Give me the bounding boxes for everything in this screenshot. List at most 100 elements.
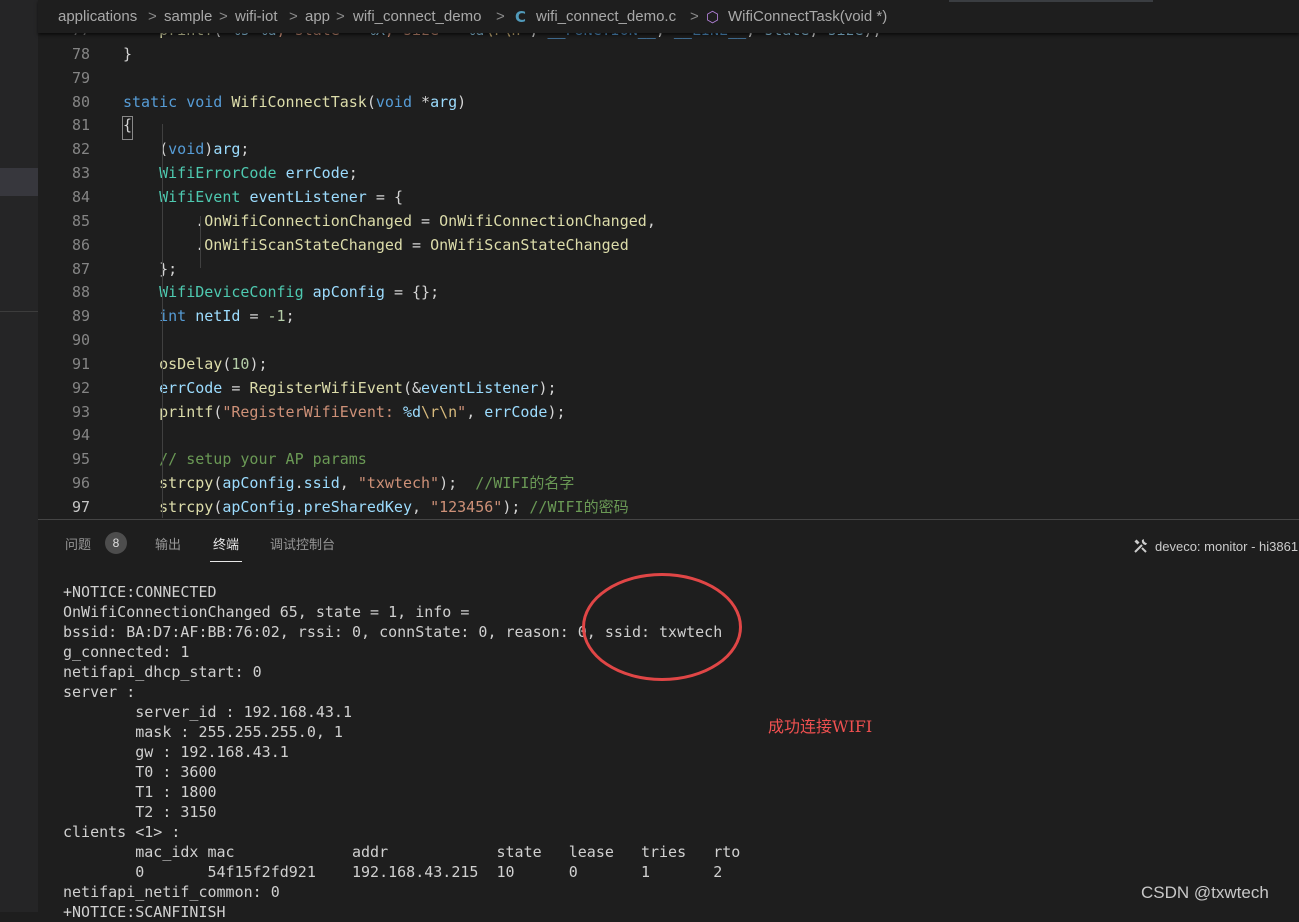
tab-output[interactable]: 输出	[155, 534, 181, 553]
code-punct: ;	[258, 354, 268, 373]
indent-guide	[200, 216, 201, 268]
code-line[interactable]: 85 .OnWifiConnectionChanged = OnWifiConn…	[38, 209, 1299, 233]
code-token: OnWifiScanStateChanged	[430, 235, 629, 254]
code-punct: )	[457, 92, 467, 111]
code-punct: {	[412, 283, 422, 302]
chevron-right-icon: >	[148, 8, 157, 25]
code-punct	[123, 355, 159, 373]
code-token: errCode	[285, 164, 349, 183]
code-line[interactable]: 93 printf("RegisterWifiEvent: %d\r\n", e…	[38, 400, 1299, 424]
code-token: ssid	[303, 474, 340, 493]
tab-problems[interactable]: 问题	[65, 534, 91, 553]
code-token: eventListener	[421, 378, 539, 397]
code-line[interactable]: 91 osDelay(10);	[38, 352, 1299, 376]
code-line[interactable]: 80 static void WifiConnectTask(void *arg)	[38, 90, 1299, 114]
terminal-line: T1 : 1800	[63, 783, 217, 801]
code-line[interactable]: 90	[38, 328, 1299, 352]
code-line[interactable]: 87 };	[38, 257, 1299, 281]
code-line[interactable]: 79	[38, 66, 1299, 90]
code-punct	[123, 140, 159, 158]
code-punct: (	[159, 140, 169, 159]
problems-count-badge: 8	[105, 532, 127, 554]
code-text: (void)arg;	[123, 137, 249, 161]
code-line[interactable]: 82 (void)arg;	[38, 137, 1299, 161]
breadcrumb-item-file[interactable]: wifi_connect_demo.c	[536, 8, 676, 25]
line-number: 84	[71, 187, 90, 206]
chevron-right-icon: >	[289, 8, 298, 25]
code-token: osDelay	[159, 354, 223, 373]
code-line[interactable]: 94	[38, 423, 1299, 447]
code-line[interactable]: 86 .OnWifiScanStateChanged = OnWifiScanS…	[38, 233, 1299, 257]
breadcrumb-item-function[interactable]: WifiConnectTask(void *)	[728, 8, 887, 25]
code-token: printf	[159, 402, 214, 421]
code-punct: =	[375, 187, 385, 206]
code-punct	[123, 212, 195, 230]
breadcrumb-item-wifi-iot[interactable]: wifi-iot	[235, 8, 278, 25]
terminal-line: mac_idx mac addr state lease tries rto	[63, 843, 741, 861]
code-punct: ,	[646, 211, 656, 230]
breadcrumb-item-folder[interactable]: wifi_connect_demo	[353, 8, 481, 25]
code-editor[interactable]: 77 printf("%s %d, state = %X, size = %d\…	[38, 28, 1299, 519]
code-line[interactable]: 89 int netId = -1;	[38, 304, 1299, 328]
code-punct: }	[123, 44, 133, 63]
code-line[interactable]: 95 // setup your AP params	[38, 447, 1299, 471]
code-line[interactable]: 81{	[38, 113, 1299, 137]
code-punct	[403, 236, 412, 254]
code-line[interactable]: 92 errCode = RegisterWifiEvent(&eventLis…	[38, 376, 1299, 400]
code-punct	[412, 93, 421, 111]
code-line[interactable]: 78}	[38, 42, 1299, 66]
code-token: OnWifiConnectionChanged	[439, 211, 647, 230]
activity-item-selected[interactable]	[0, 168, 38, 196]
breadcrumb-item-sample[interactable]: sample	[164, 8, 212, 25]
breadcrumb-item-applications[interactable]: applications	[58, 8, 137, 25]
line-number: 96	[71, 474, 90, 493]
code-punct: ;	[240, 140, 250, 159]
code-punct	[123, 236, 195, 254]
line-number: 78	[71, 44, 90, 63]
code-token: WifiDeviceConfig	[159, 283, 304, 302]
code-punct	[277, 164, 286, 182]
code-format: \r	[421, 402, 440, 421]
method-cube-icon: ⬡	[706, 9, 720, 26]
code-line[interactable]: 83 WifiErrorCode errCode;	[38, 161, 1299, 185]
code-punct: )	[204, 140, 214, 159]
code-line[interactable]: 96 strcpy(apConfig.ssid, "txwtech"); //W…	[38, 471, 1299, 495]
tab-debug-console[interactable]: 调试控制台	[270, 534, 335, 553]
breadcrumb: applications > sample > wifi-iot > app >…	[38, 0, 1299, 33]
code-token: eventListener	[249, 187, 367, 206]
code-punct	[123, 188, 159, 206]
terminal-line: server :	[63, 683, 136, 701]
terminal-task-selector[interactable]: deveco: monitor - hi3861 任	[1133, 536, 1299, 557]
code-punct	[123, 403, 159, 421]
code-punct	[421, 236, 430, 254]
terminal-line: server_id : 192.168.43.1	[63, 703, 352, 721]
line-number: 82	[71, 140, 90, 159]
code-token: int	[159, 307, 187, 326]
code-token: void	[168, 140, 205, 159]
terminal-line: netifapi_netif_common: 0	[63, 883, 280, 901]
tab-terminal[interactable]: 终端	[213, 534, 239, 553]
code-punct: )	[439, 474, 449, 493]
code-text: strcpy(apConfig.ssid, "txwtech"); //WIFI…	[123, 471, 574, 495]
tools-icon	[1133, 538, 1149, 557]
code-line[interactable]: 84 WifiEvent eventListener = {	[38, 185, 1299, 209]
code-punct: .	[294, 474, 304, 493]
code-token: OnWifiConnectionChanged	[204, 211, 412, 230]
code-punct: ;	[430, 283, 440, 302]
code-token: arg	[430, 92, 458, 111]
terminal-line: OnWifiConnectionChanged 65, state = 1, i…	[63, 603, 470, 621]
indent-guide	[162, 124, 163, 518]
code-line[interactable]: 88 WifiDeviceConfig apConfig = {};	[38, 280, 1299, 304]
code-token: void	[375, 92, 412, 111]
terminal-line: netifapi_dhcp_start: 0	[63, 663, 262, 681]
line-number: 93	[71, 402, 90, 421]
code-punct	[123, 379, 159, 397]
code-punct: {	[393, 187, 403, 206]
code-token: apConfig	[222, 498, 295, 516]
code-line[interactable]: 97 strcpy(apConfig.preSharedKey, "123456…	[38, 495, 1299, 519]
code-punct	[123, 450, 159, 468]
code-token: WifiConnectTask	[231, 92, 367, 111]
breadcrumb-item-app[interactable]: app	[305, 8, 330, 25]
code-punct: (	[402, 378, 412, 397]
code-punct: }	[159, 259, 169, 278]
